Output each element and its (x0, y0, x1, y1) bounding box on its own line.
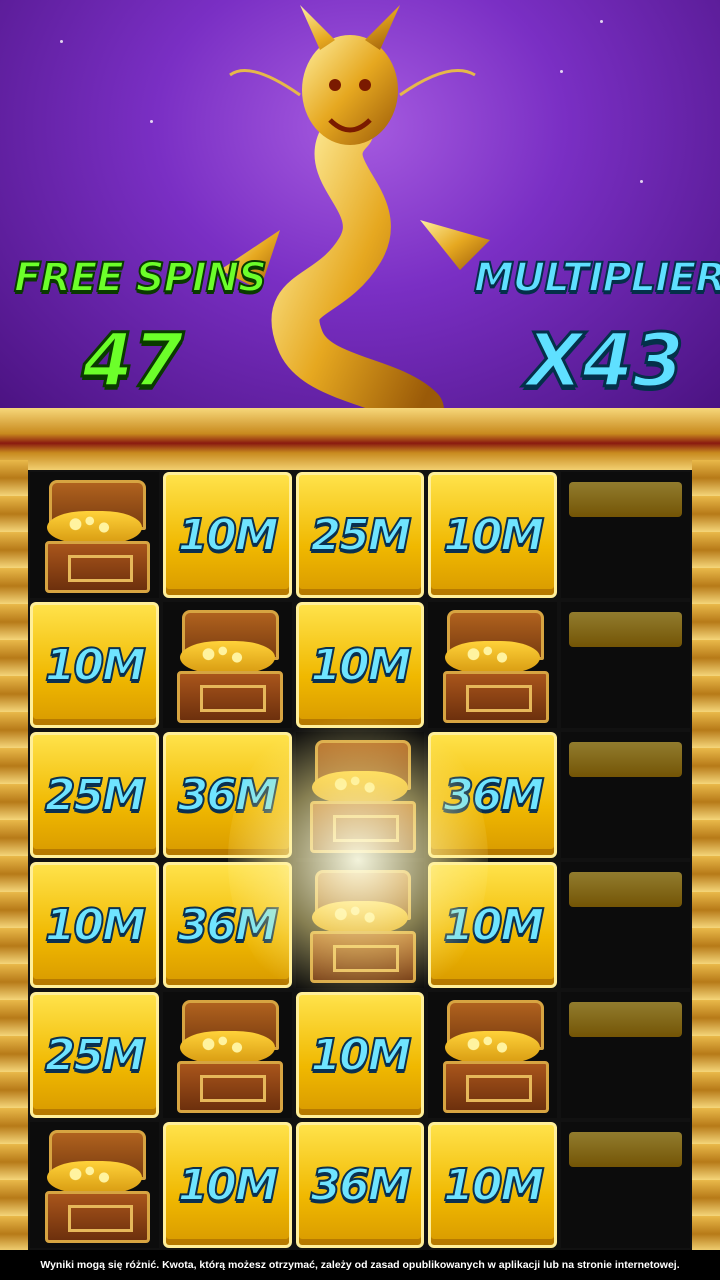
star-decoration (640, 180, 643, 183)
ornate-frame-right (692, 460, 720, 1250)
value-tile: 25M (30, 732, 159, 858)
golden-dragon-icon (220, 5, 490, 420)
blurred-tile (568, 872, 683, 908)
value-tile: 36M (295, 1122, 425, 1248)
treasure-chest-icon (40, 1129, 151, 1244)
empty-reel-cell (561, 992, 690, 1118)
tile-value-label: 10M (442, 509, 545, 562)
ornate-frame-left (0, 460, 28, 1250)
ornate-frame-top (0, 408, 720, 472)
blurred-tile (568, 1132, 683, 1168)
treasure-chest-symbol (30, 472, 159, 598)
empty-reel-cell (561, 472, 690, 598)
empty-reel-cell (561, 862, 690, 988)
value-tile: 10M (30, 862, 159, 988)
treasure-chest-icon (439, 999, 549, 1114)
multiplier-value: X43 (524, 317, 685, 406)
value-tile: 25M (295, 472, 425, 598)
tile-value-label: 10M (309, 1029, 412, 1082)
value-tile: 10M (30, 602, 159, 728)
win-glow-effect (228, 700, 488, 1020)
free-spins-label: FREE SPINS (13, 254, 268, 302)
star-decoration (600, 20, 603, 23)
tile-value-label: 10M (177, 509, 280, 562)
blurred-tile (568, 1002, 683, 1038)
value-tile: 10M (428, 1122, 558, 1248)
empty-reel-cell (561, 602, 690, 728)
tile-value-label: 10M (177, 1159, 280, 1212)
blurred-tile (568, 482, 683, 518)
empty-reel-cell (561, 732, 690, 858)
star-decoration (60, 40, 63, 43)
tile-value-label: 10M (44, 899, 147, 952)
tile-value-label: 25M (44, 769, 147, 822)
treasure-chest-symbol (30, 1122, 159, 1248)
treasure-chest-icon (173, 999, 283, 1114)
treasure-chest-symbol (162, 602, 292, 728)
star-decoration (150, 120, 153, 123)
value-tile: 10M (428, 472, 558, 598)
tile-value-label: 10M (442, 1159, 545, 1212)
treasure-chest-icon (173, 609, 283, 724)
blurred-tile (568, 742, 683, 778)
tile-value-label: 10M (309, 639, 412, 692)
treasure-chest-symbol (428, 602, 558, 728)
treasure-chest-icon (40, 479, 151, 594)
free-spins-count: 47 (81, 317, 186, 406)
tile-value-label: 25M (44, 1029, 147, 1082)
value-tile: 10M (162, 472, 292, 598)
tile-value-label: 25M (309, 509, 412, 562)
star-decoration (560, 70, 563, 73)
treasure-chest-symbol (428, 992, 558, 1118)
tile-value-label: 36M (309, 1159, 412, 1212)
blurred-tile (568, 612, 683, 648)
tile-value-label: 10M (44, 639, 147, 692)
value-tile: 25M (30, 992, 159, 1118)
empty-reel-cell (561, 1122, 690, 1248)
treasure-chest-symbol (162, 992, 292, 1118)
multiplier-label: MULTIPLIER (473, 254, 720, 302)
slot-reel-grid: 10M 25M 10M 10M 10M 25M 36M 36M 10M 36M 10M 25M 10M 1… (28, 470, 692, 1250)
treasure-chest-icon (439, 609, 549, 724)
value-tile: 10M (162, 1122, 292, 1248)
legal-disclaimer: Wyniki mogą się różnić. Kwota, którą moż… (0, 1250, 720, 1280)
